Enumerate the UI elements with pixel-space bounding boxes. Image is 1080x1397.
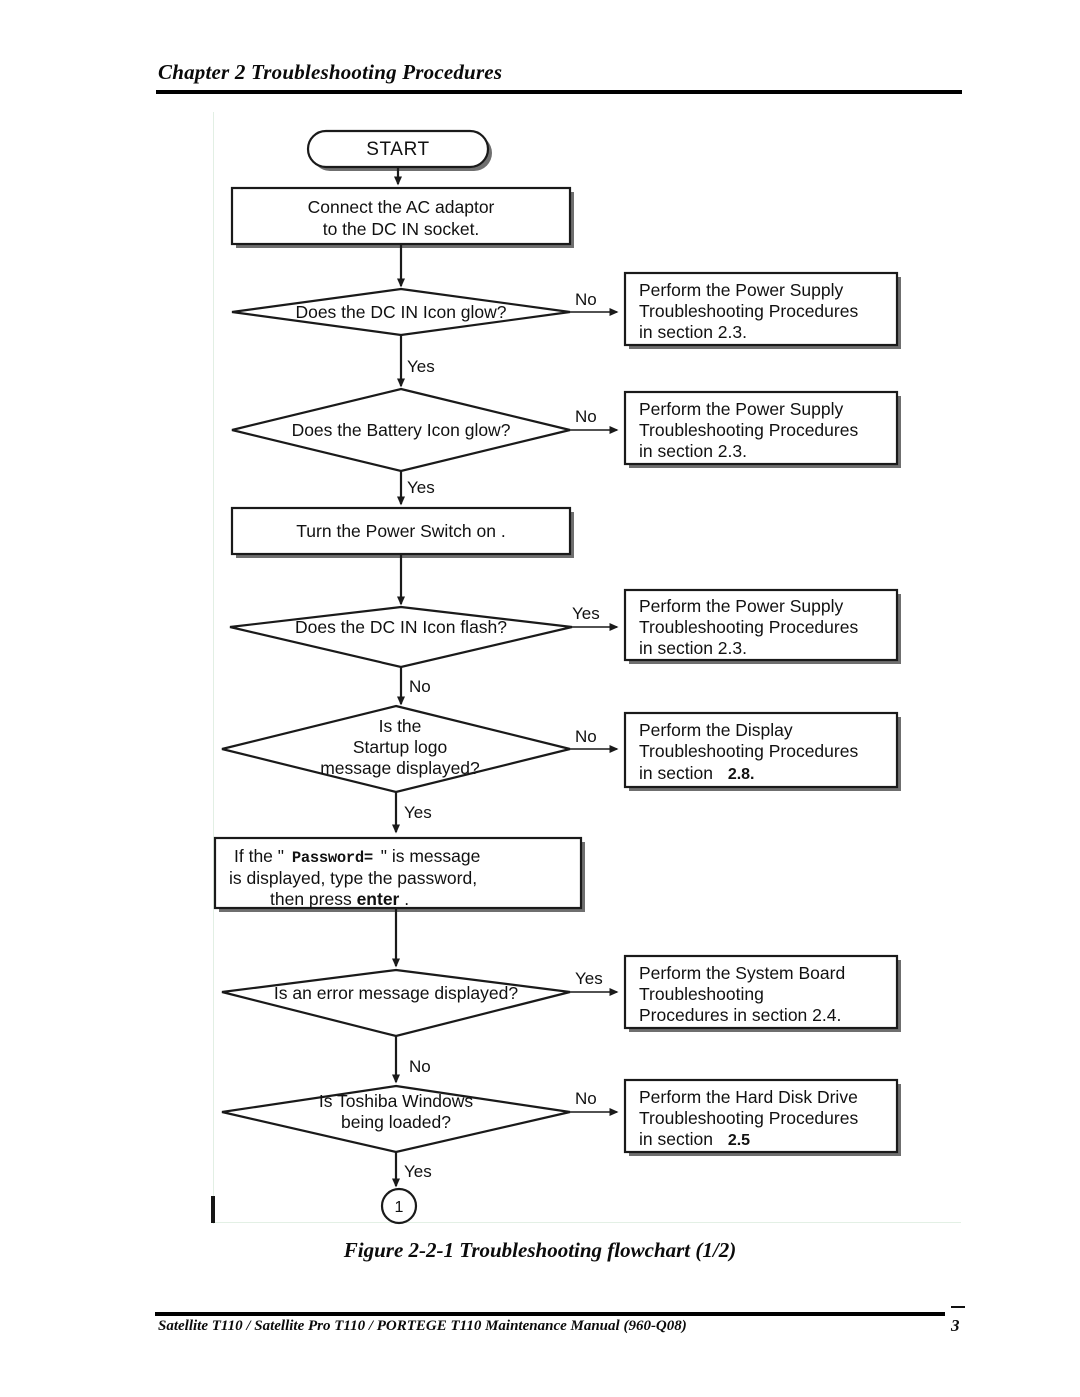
troubleshooting-flowchart: START Connect the AC adaptor to the DC I… [0,104,1080,1234]
flow-node-error-message: Is an error message displayed? [221,968,571,1038]
startup-logo-line-3: message displayed? [320,758,480,778]
flow-node-power-switch: Turn the Power Switch on . [230,506,574,558]
branch-label-dcin-glow-no: No [575,290,597,309]
password-prompt-suffix: " is message [381,846,481,866]
action-hdd-section-number: 2.5 [728,1132,750,1149]
branch-label-error-message-yes: Yes [575,969,603,988]
action-hdd-line-1: Perform the Hard Disk Drive [639,1087,858,1107]
startup-logo-line-1: Is the [379,716,422,736]
password-prompt-l3-period: . [404,889,409,909]
action-power-1-line-2: Troubleshooting Procedures [639,301,858,321]
branch-label-startup-logo-yes: Yes [404,803,432,822]
action-power-2-line-3: in section 2.3. [639,441,747,461]
password-prompt-mono: Password= [292,849,373,867]
battery-glow-label: Does the Battery Icon glow? [292,420,511,440]
toshiba-windows-line-1: Is Toshiba Windows [319,1091,474,1111]
action-hdd-line-3: in section 2.5 [639,1129,750,1149]
flow-node-battery-glow: Does the Battery Icon glow? [231,387,571,473]
document-page: Chapter 2 Troubleshooting Procedures STA… [0,0,1080,1397]
action-system-board-line-1: Perform the System Board [639,963,845,983]
password-prompt-line-1: If the " Password= " is message [234,846,480,867]
branch-label-dcin-glow-yes: Yes [407,357,435,376]
action-display-line-1: Perform the Display [639,720,793,740]
footer-page-rule [951,1306,965,1308]
action-power-2-line-1: Perform the Power Supply [639,399,844,419]
flow-action-power-supply-3: Perform the Power Supply Troubleshooting… [623,588,901,664]
branch-label-startup-logo-no: No [575,727,597,746]
flow-node-toshiba-windows: Is Toshiba Windows being loaded? [221,1084,571,1154]
password-prompt-prefix: If the " [234,846,284,866]
header-rule [156,90,962,94]
flow-node-connect-ac-adaptor: Connect the AC adaptor to the DC IN sock… [230,186,574,248]
branch-label-error-message-no: No [409,1057,431,1076]
page-header-title: Chapter 2 Troubleshooting Procedures [158,60,503,84]
dc-in-glow-label: Does the DC IN Icon glow? [295,302,506,322]
flow-node-start-label: START [366,139,430,160]
password-prompt-enter-key: enter [357,889,400,909]
footer-page-number: 3 [951,1316,960,1335]
flow-action-power-supply-2: Perform the Power Supply Troubleshooting… [623,390,901,468]
password-prompt-l3-prefix: then press [270,889,357,909]
action-power-3-line-1: Perform the Power Supply [639,596,844,616]
action-power-3-line-2: Troubleshooting Procedures [639,617,858,637]
flow-node-startup-logo: Is the Startup logo message displayed? [221,704,571,794]
connect-ac-line-2: to the DC IN socket. [323,219,480,239]
flow-node-start: START [306,129,492,171]
toshiba-windows-line-2: being loaded? [341,1112,451,1132]
action-power-1-line-1: Perform the Power Supply [639,280,844,300]
flow-action-system-board: Perform the System Board Troubleshooting… [623,954,901,1032]
action-hdd-line-3-text: in section [639,1129,713,1149]
footer-rule [155,1312,945,1316]
footer-manual-title: Satellite T110 / Satellite Pro T110 / PO… [158,1318,687,1334]
branch-label-battery-glow-no: No [575,407,597,426]
flow-action-power-supply-1: Perform the Power Supply Troubleshooting… [623,271,901,349]
flow-node-dc-in-flash: Does the DC IN Icon flash? [229,605,573,669]
action-power-3-line-3: in section 2.3. [639,638,747,658]
action-power-1-line-3: in section 2.3. [639,322,747,342]
figure-caption: Figure 2-2-1 Troubleshooting flowchart (… [343,1238,737,1262]
startup-logo-line-2: Startup logo [353,737,447,757]
flow-action-hard-disk-drive: Perform the Hard Disk Drive Troubleshoot… [623,1078,901,1156]
action-display-section-number: 2.8. [728,766,755,783]
action-display-line-3: in section 2.8. [639,763,755,783]
action-display-line-3-text: in section [639,763,713,783]
flow-action-display: Perform the Display Troubleshooting Proc… [623,711,901,791]
action-display-line-2: Troubleshooting Procedures [639,741,858,761]
branch-label-battery-glow-yes: Yes [407,478,435,497]
power-switch-label: Turn the Power Switch on . [296,521,505,541]
flow-connector-1: 1 [380,1187,418,1225]
error-message-label: Is an error message displayed? [274,983,518,1003]
branch-label-dcin-flash-no: No [409,677,431,696]
branch-label-toshiba-windows-yes: Yes [404,1162,432,1181]
action-hdd-line-2: Troubleshooting Procedures [639,1108,858,1128]
flow-node-password-prompt: If the " Password= " is message is displ… [213,836,585,912]
flow-node-dc-in-glow: Does the DC IN Icon glow? [231,287,571,337]
password-prompt-line-2: is displayed, type the password, [229,868,477,888]
branch-label-toshiba-windows-no: No [575,1089,597,1108]
connect-ac-line-1: Connect the AC adaptor [308,197,495,217]
password-prompt-line-3: then press enter . [270,889,409,909]
action-power-2-line-2: Troubleshooting Procedures [639,420,858,440]
action-system-board-line-2: Troubleshooting [639,984,764,1004]
flow-connector-1-label: 1 [395,1199,404,1216]
branch-label-dcin-flash-yes: Yes [572,604,600,623]
dc-in-flash-label: Does the DC IN Icon flash? [295,617,507,637]
action-system-board-line-3: Procedures in section 2.4. [639,1005,841,1025]
